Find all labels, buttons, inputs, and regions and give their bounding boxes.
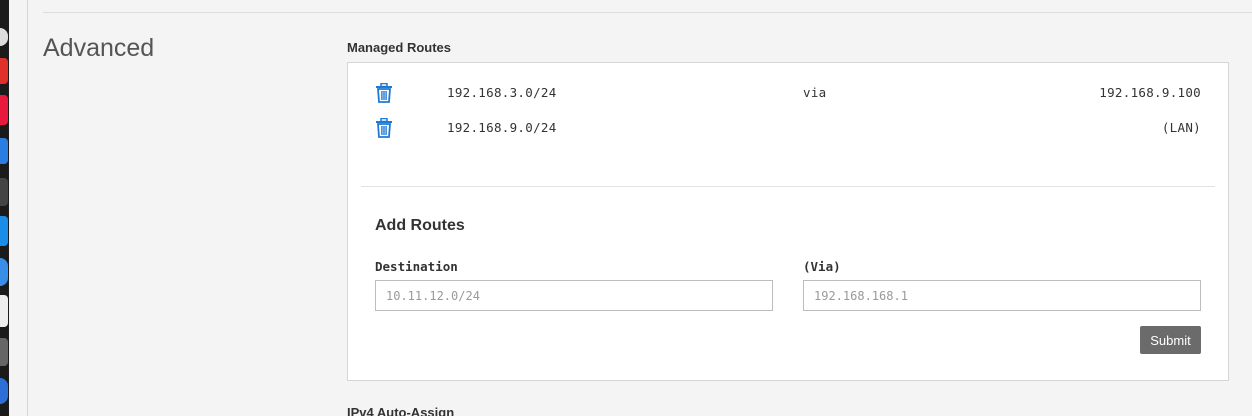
- section-divider: [43, 12, 1252, 13]
- dock-app-icon[interactable]: [0, 295, 8, 327]
- window-edge: [27, 0, 28, 416]
- dock-app-icon[interactable]: [0, 216, 8, 246]
- submit-button[interactable]: Submit: [1140, 326, 1201, 354]
- trash-icon[interactable]: [375, 117, 393, 138]
- route-destination: 192.168.9.0/24: [447, 120, 557, 135]
- route-gateway: (LAN): [1161, 120, 1201, 135]
- dock-app-icon[interactable]: [0, 58, 8, 84]
- dock-app-icon[interactable]: [0, 378, 8, 404]
- add-routes-title: Add Routes: [375, 217, 465, 234]
- dock-app-icon[interactable]: [0, 338, 8, 366]
- managed-routes-label: Managed Routes: [347, 40, 452, 55]
- route-gateway: 192.168.9.100: [1099, 85, 1201, 100]
- via-label: (Via): [803, 259, 841, 274]
- destination-label: Destination: [375, 259, 458, 274]
- route-destination: 192.168.3.0/24: [447, 85, 557, 100]
- destination-input[interactable]: [375, 280, 773, 311]
- dock-app-icon[interactable]: [0, 258, 8, 286]
- route-row: 192.168.3.0/24 via 192.168.9.100: [348, 81, 1228, 105]
- section-title: Advanced: [43, 34, 155, 62]
- via-input[interactable]: [803, 280, 1201, 311]
- managed-routes-panel: 192.168.3.0/24 via 192.168.9.100 192.168…: [347, 62, 1229, 381]
- trash-icon[interactable]: [375, 82, 393, 103]
- dock-app-icon[interactable]: [0, 138, 8, 164]
- dock-strip: [0, 0, 9, 416]
- ipv4-auto-assign-label: IPv4 Auto-Assign: [347, 405, 455, 416]
- route-via-label: via: [803, 85, 827, 100]
- panel-divider: [361, 186, 1215, 187]
- dock-app-icon[interactable]: [0, 178, 8, 206]
- dock-app-icon[interactable]: [0, 95, 8, 125]
- route-row: 192.168.9.0/24 (LAN): [348, 116, 1228, 140]
- dock-app-icon[interactable]: [0, 28, 8, 46]
